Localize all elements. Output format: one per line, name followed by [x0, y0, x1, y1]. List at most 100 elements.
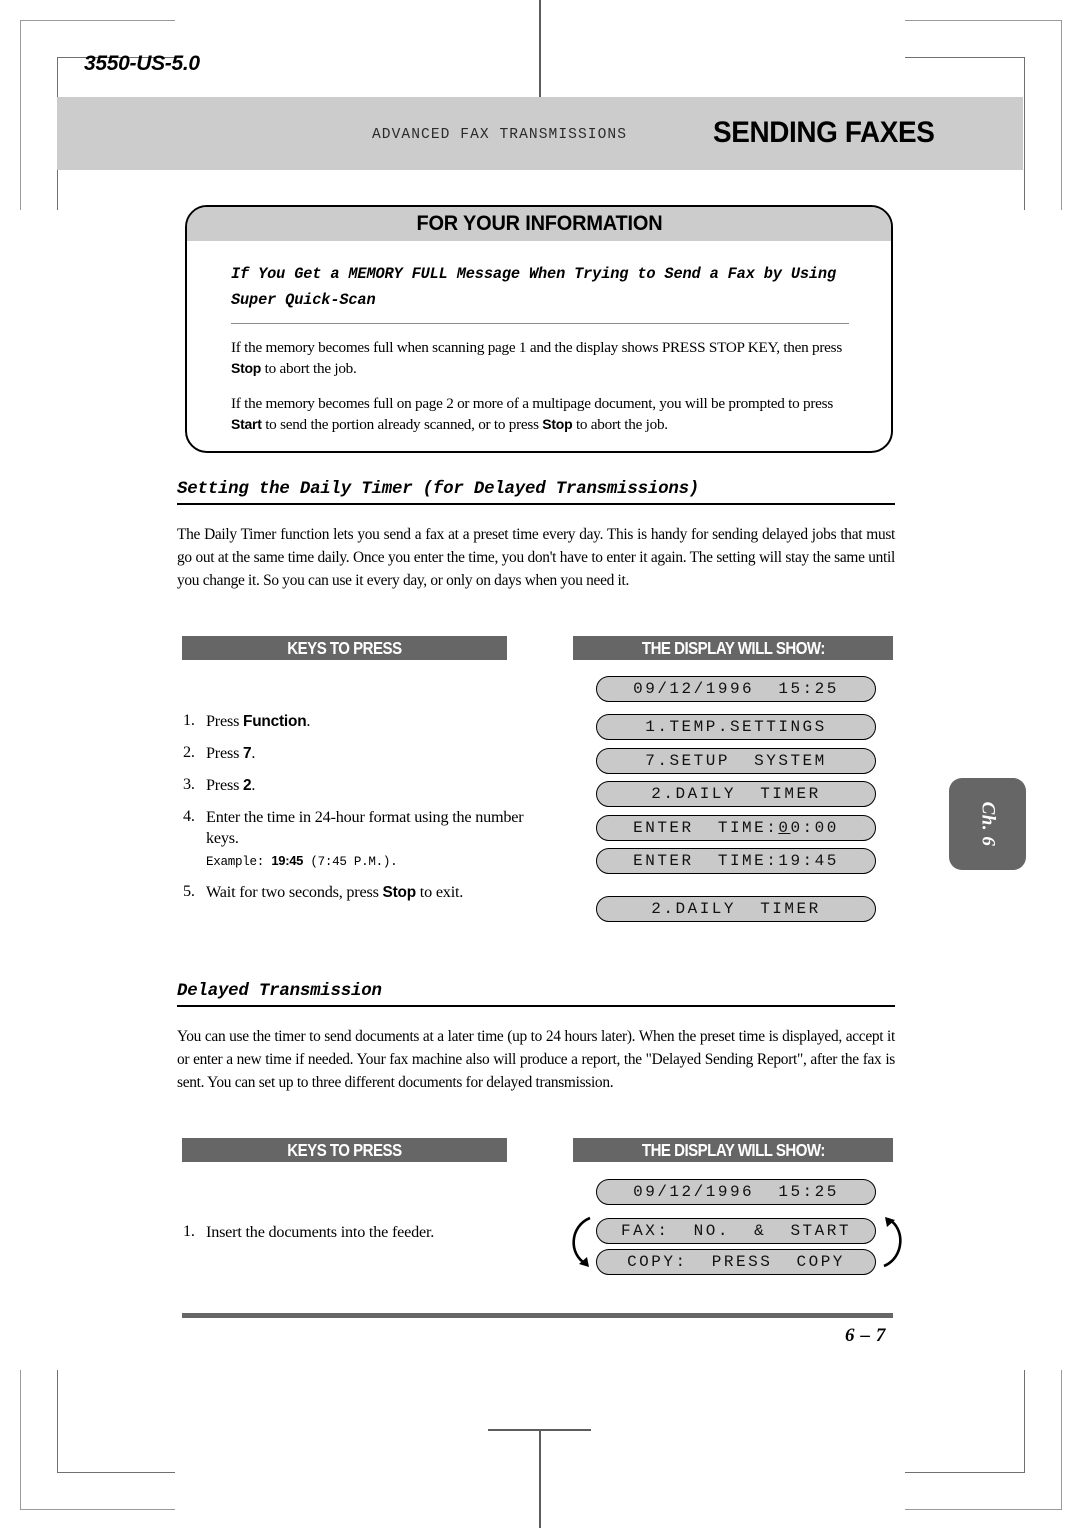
step-number: 1. — [183, 711, 195, 729]
step-text-pre: Press — [206, 712, 244, 730]
header-kicker: ADVANCED FAX TRANSMISSIONS — [372, 127, 627, 143]
lcd-text: 7.SETUP SYSTEM — [645, 752, 827, 770]
section-delayed-transmission: Delayed Transmission You can use the tim… — [177, 982, 895, 1095]
step-example-pre: Example: — [206, 855, 272, 870]
step-example-time: 19:45 — [271, 853, 304, 869]
fyi-p1-text-a: If the memory becomes full when scanning… — [231, 339, 842, 357]
lcd-display-enter-time: ENTER TIME:00:00 — [596, 815, 876, 841]
lcd-text: 09/12/1996 15:25 — [633, 1183, 839, 1201]
chapter-tab: Ch. 6 — [949, 778, 1026, 870]
step-example: Example: 19:45 (7:45 P.M.). — [206, 852, 528, 871]
step-number: 4. — [183, 806, 195, 825]
page-title: SENDING FAXES — [713, 116, 935, 149]
section-delayed-title: Delayed Transmission — [177, 982, 382, 1001]
lcd-display: 1.TEMP.SETTINGS — [596, 714, 876, 740]
section-daily-timer-rule — [177, 503, 895, 506]
step-number: 1. — [183, 1222, 195, 1240]
fyi-p2-text-a: If the memory becomes full on page 2 or … — [231, 394, 833, 412]
section-daily-timer: Setting the Daily Timer (for Delayed Tra… — [177, 480, 895, 593]
lcd-display: 09/12/1996 15:25 — [596, 1179, 876, 1205]
footer-rule — [182, 1313, 893, 1318]
lcd-text-before: ENTER TIME: — [633, 819, 779, 837]
step-example-post: (7:45 P.M.). — [303, 855, 398, 870]
step-text-pre: Press — [206, 743, 244, 762]
step-text: Press 7. — [206, 743, 528, 765]
lcd-text: ENTER TIME:19:45 — [633, 852, 839, 870]
section-daily-timer-title: Setting the Daily Timer (for Delayed Tra… — [177, 480, 700, 499]
display-will-show-label-1: THE DISPLAY WILL SHOW: — [641, 637, 825, 658]
fyi-divider — [231, 322, 849, 325]
lcd-text: ENTER TIME:00:00 — [633, 819, 839, 837]
lcd-display: 2.DAILY TIMER — [596, 896, 876, 922]
section-delayed-body: You can use the timer to send documents … — [177, 1028, 895, 1092]
center-tick-bottom — [539, 1430, 541, 1528]
fyi-subheading: If You Get a MEMORY FULL Message When Tr… — [231, 265, 836, 310]
center-tick-bottom-bar — [488, 1429, 591, 1432]
step-item: 1. Press Function. — [183, 711, 528, 733]
document-code: 3550-US-5.0 — [84, 52, 200, 75]
lcd-cursor: 0 — [778, 819, 791, 837]
section-delayed-rule — [177, 1005, 895, 1008]
step-text: Press Function. — [206, 711, 528, 733]
step-text-pre: Press — [206, 775, 244, 794]
fyi-p2-text-e: to abort the job. — [572, 416, 668, 434]
keys-to-press-label-2: KEYS TO PRESS — [287, 1139, 402, 1160]
fyi-paragraph-1: If the memory becomes full when scanning… — [231, 337, 849, 380]
step-item: 1. Insert the documents into the feeder. — [183, 1222, 528, 1244]
alternate-arrow-left-icon — [560, 1212, 596, 1279]
lcd-text: 1.TEMP.SETTINGS — [645, 718, 827, 736]
step-item: 4. Enter the time in 24-hour format usin… — [183, 807, 528, 872]
fyi-paragraph-2: If the memory becomes full on page 2 or … — [231, 393, 849, 436]
fyi-header: FOR YOUR INFORMATION — [187, 207, 891, 241]
step-text-post: . — [251, 743, 256, 762]
lcd-text: 09/12/1996 15:25 — [633, 680, 839, 698]
fyi-p1-key-stop: Stop — [231, 360, 262, 377]
display-will-show-label-2: THE DISPLAY WILL SHOW: — [641, 1139, 825, 1160]
fyi-p2-key-start: Start — [231, 416, 262, 433]
step-text-post: . — [306, 712, 311, 730]
steps-list-daily-timer: 1. Press Function. 2. Press 7. 3. Press … — [183, 706, 528, 914]
for-your-information-box: FOR YOUR INFORMATION If You Get a MEMORY… — [185, 205, 893, 453]
lcd-display: 2.DAILY TIMER — [596, 781, 876, 807]
section-daily-timer-body: The Daily Timer function lets you send a… — [177, 526, 895, 590]
keys-to-press-header-2: KEYS TO PRESS — [182, 1138, 507, 1162]
keys-to-press-label-1: KEYS TO PRESS — [287, 637, 402, 658]
lcd-text: 2.DAILY TIMER — [651, 900, 821, 918]
step-number: 3. — [183, 774, 195, 793]
steps-list-delayed: 1. Insert the documents into the feeder. — [183, 1222, 528, 1254]
step-text-post: to exit. — [415, 883, 464, 902]
step-key-function: Function — [243, 713, 307, 730]
chapter-tab-label: Ch. 6 — [977, 801, 999, 847]
lcd-text: FAX: NO. & START — [621, 1222, 851, 1240]
step-text-post: . — [251, 775, 256, 794]
lcd-text: COPY: PRESS COPY — [627, 1253, 845, 1271]
alternate-arrow-right-icon — [878, 1212, 914, 1279]
display-will-show-header-2: THE DISPLAY WILL SHOW: — [573, 1138, 893, 1162]
display-will-show-header-1: THE DISPLAY WILL SHOW: — [573, 636, 893, 660]
step-text: Wait for two seconds, press Stop to exit… — [206, 882, 528, 904]
step-item: 5. Wait for two seconds, press Stop to e… — [183, 882, 528, 904]
step-item: 3. Press 2. — [183, 775, 528, 797]
step-text: Press 2. — [206, 775, 528, 797]
fyi-header-label: FOR YOUR INFORMATION — [416, 212, 662, 235]
step-number: 5. — [183, 882, 195, 901]
page-number: 6 – 7 — [845, 1325, 886, 1346]
keys-to-press-header-1: KEYS TO PRESS — [182, 636, 507, 660]
step-text-pre: Wait for two seconds, press — [206, 883, 383, 902]
step-item: 2. Press 7. — [183, 743, 528, 765]
lcd-text: 2.DAILY TIMER — [651, 785, 821, 803]
step-text: Enter the time in 24-hour format using t… — [206, 807, 528, 872]
step-text-pre: Enter the time in 24-hour format using t… — [206, 807, 524, 848]
center-tick-top — [539, 0, 541, 98]
fyi-body: If You Get a MEMORY FULL Message When Tr… — [187, 241, 891, 435]
fyi-p2-key-stop: Stop — [542, 416, 573, 433]
lcd-display: 7.SETUP SYSTEM — [596, 748, 876, 774]
lcd-text-after: 0:00 — [790, 819, 839, 837]
step-key-stop: Stop — [382, 884, 417, 902]
step-number: 2. — [183, 742, 195, 761]
lcd-display: FAX: NO. & START — [596, 1218, 876, 1244]
lcd-display: ENTER TIME:19:45 — [596, 848, 876, 874]
lcd-display: 09/12/1996 15:25 — [596, 676, 876, 702]
fyi-p1-text-c: to abort the job. — [261, 360, 357, 378]
step-text: Insert the documents into the feeder. — [206, 1223, 435, 1241]
